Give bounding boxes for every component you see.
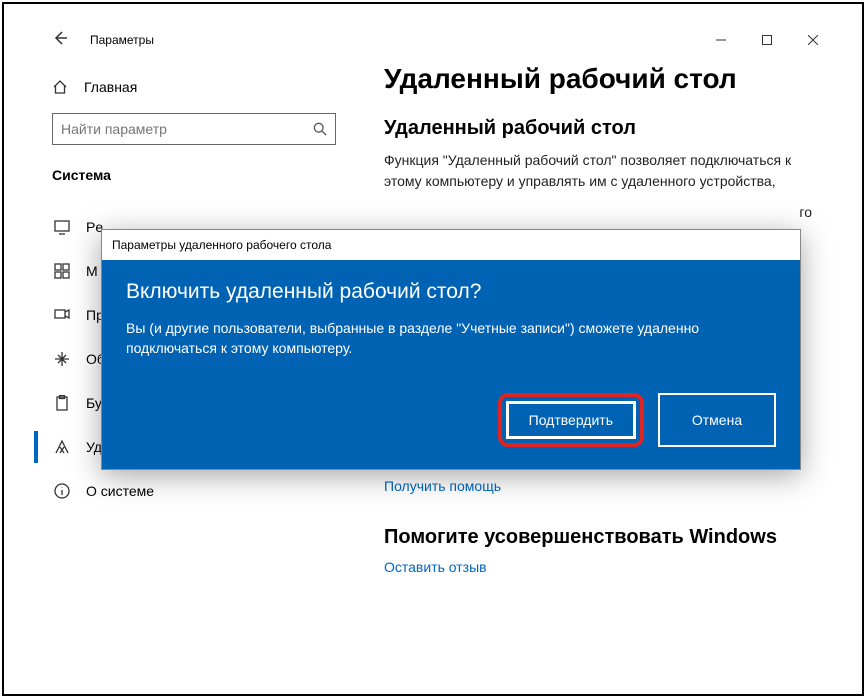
search-input[interactable] — [61, 121, 313, 137]
window-controls — [698, 25, 836, 55]
remote-desktop-icon — [54, 439, 70, 455]
improve-heading: Помогите усовершенствовать Windows — [384, 526, 812, 549]
page-title: Удаленный рабочий стол — [384, 63, 812, 95]
maximize-icon — [762, 35, 772, 45]
dialog-title: Параметры удаленного рабочего стола — [102, 230, 800, 260]
sidebar-item-about[interactable]: О системе — [52, 469, 336, 513]
maximize-button[interactable] — [744, 25, 790, 55]
window-title: Параметры — [90, 33, 698, 47]
minimize-button[interactable] — [698, 25, 744, 55]
cancel-button[interactable]: Отмена — [658, 393, 776, 447]
search-input-container[interactable] — [52, 113, 336, 145]
dialog-body: Включить удаленный рабочий стол? Вы (и д… — [102, 260, 800, 469]
close-button[interactable] — [790, 25, 836, 55]
display-icon — [54, 219, 70, 235]
confirm-button[interactable]: Подтвердить — [506, 401, 636, 439]
search-icon — [313, 122, 327, 136]
clipboard-icon — [54, 395, 70, 411]
dialog-text: Вы (и другие пользователи, выбранные в р… — [126, 318, 776, 359]
sidebar-item-label: О системе — [86, 483, 154, 499]
home-icon — [52, 79, 68, 95]
feedback-link[interactable]: Оставить отзыв — [384, 559, 487, 575]
titlebar: Параметры — [34, 25, 836, 55]
help-link[interactable]: Получить помощь — [384, 478, 501, 494]
sidebar-item-label: М — [86, 263, 98, 279]
multitask-icon — [54, 263, 70, 279]
info-icon — [54, 483, 70, 499]
home-button[interactable]: Главная — [52, 71, 336, 113]
back-button[interactable] — [52, 30, 72, 50]
home-label: Главная — [84, 79, 137, 95]
confirm-highlight: Подтвердить — [498, 393, 644, 447]
intro-text: Функция "Удаленный рабочий стол" позволя… — [384, 150, 812, 192]
partial-text: го — [384, 202, 812, 223]
shared-icon — [54, 351, 70, 367]
dialog-heading: Включить удаленный рабочий стол? — [126, 280, 776, 304]
arrow-left-icon — [52, 30, 68, 46]
section-title: Система — [52, 167, 336, 183]
close-icon — [808, 35, 818, 45]
minimize-icon — [716, 35, 726, 45]
project-icon — [54, 307, 70, 323]
section-heading: Удаленный рабочий стол — [384, 117, 812, 140]
confirm-dialog: Параметры удаленного рабочего стола Вклю… — [101, 229, 801, 470]
dialog-buttons: Подтвердить Отмена — [126, 393, 776, 447]
